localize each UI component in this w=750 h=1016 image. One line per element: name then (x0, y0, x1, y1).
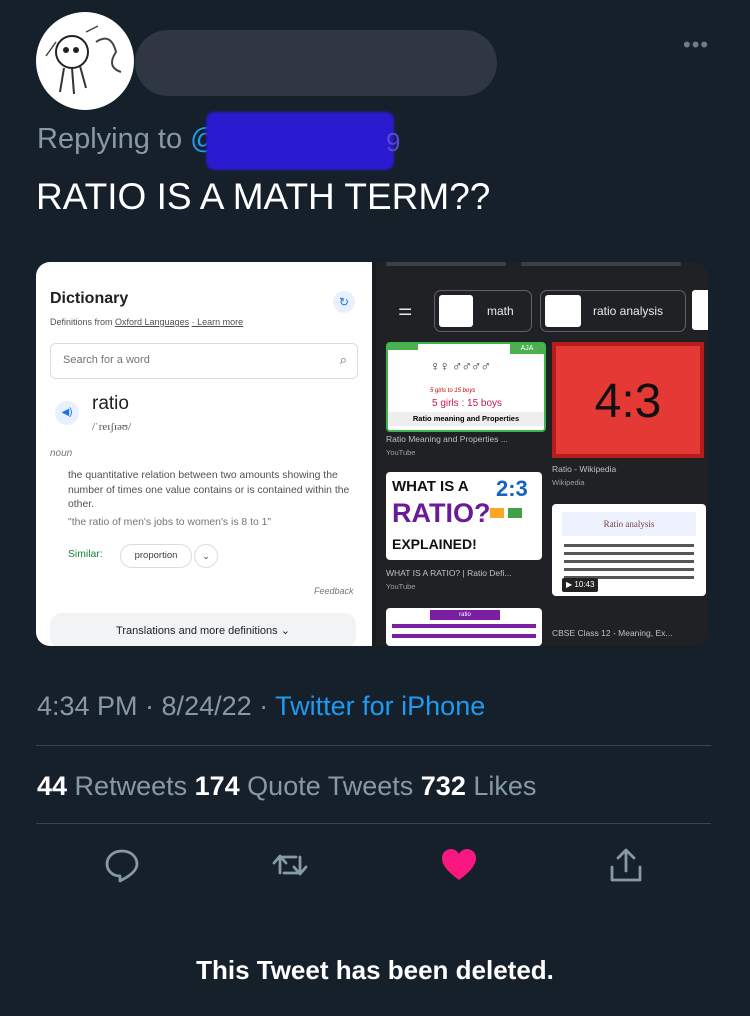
divider (36, 823, 711, 824)
likes-count[interactable]: 732 (421, 771, 466, 801)
thumb-1-tag: AJA (510, 344, 544, 354)
feedback-link: Feedback (314, 586, 354, 596)
time-text: 4:34 PM · 8/24/22 · (37, 691, 276, 721)
result-title-4: CBSE Class 12 - Meaning, Ex... (552, 628, 673, 638)
dictionary-search: Search for a word ⌕ (50, 343, 358, 379)
result-source-1: YouTube (386, 448, 416, 457)
chip-math-label: math (487, 304, 514, 318)
quotes-count[interactable]: 174 (195, 771, 240, 801)
more-options-icon[interactable]: ••• (683, 32, 709, 58)
quotes-label[interactable]: Quote Tweets (240, 771, 421, 801)
share-button[interactable] (606, 845, 646, 885)
thumb-3-ratio: 2:3 (496, 476, 528, 501)
image-results-screenshot: ⚌ math ratio analysis AJA ♀♀ ♂♂♂♂ 5 girl… (376, 262, 708, 646)
tweet-text: RATIO IS A MATH TERM?? (36, 176, 491, 217)
source-link[interactable]: Twitter for iPhone (275, 691, 485, 721)
reply-icon (105, 849, 139, 883)
learn-more: · Learn more (191, 317, 244, 327)
chip-ratio-analysis: ratio analysis (540, 290, 686, 332)
thumb-2-ratio: 4:3 (594, 375, 662, 428)
translations-button: Translations and more definitions ⌄ (50, 613, 356, 646)
result-thumb-2: 4:3 (552, 342, 704, 458)
handle-redacted (206, 112, 394, 170)
dictionary-screenshot: Dictionary Definitions from Oxford Langu… (36, 262, 372, 646)
definition: the quantitative relation between two am… (68, 470, 350, 510)
search-placeholder: Search for a word (63, 354, 150, 366)
part-of-speech: noun (50, 448, 73, 459)
avatar[interactable] (36, 12, 134, 110)
chip-math: math (434, 290, 532, 332)
people-icon: ♀♀ ♂♂♂♂ (430, 358, 491, 374)
result-title-1: Ratio Meaning and Properties ... (386, 434, 508, 444)
retweets-count[interactable]: 44 (37, 771, 67, 801)
likes-label[interactable]: Likes (466, 771, 536, 801)
result-thumb-5: ratio (386, 608, 542, 646)
thumb-4-duration: 10:43 (574, 580, 595, 589)
dictionary-source: Definitions from Oxford Languages · Lear… (50, 317, 243, 327)
dictionary-word: ratio (92, 393, 129, 414)
chevron-down-icon: ⌄ (194, 544, 218, 568)
tweet-timestamp: 4:34 PM · 8/24/22 · Twitter for iPhone (37, 691, 485, 722)
filter-icon: ⚌ (398, 302, 413, 319)
thumb-3-line3: EXPLAINED! (392, 536, 477, 552)
similar-label: Similar: (68, 549, 103, 560)
thumb-5-heading: ratio (430, 610, 500, 620)
result-title-3: WHAT IS A RATIO? | Ratio Defi... (386, 568, 512, 578)
retweet-button[interactable] (270, 845, 310, 885)
result-thumb-4: Ratio analysis ▶ 10:43 (552, 504, 706, 596)
pronunciation: /ˈreɪʃɪəʊ/ (92, 421, 132, 433)
retweet-icon (272, 854, 308, 876)
reply-button[interactable] (102, 845, 142, 885)
handle-tail: 9 (386, 127, 401, 157)
replying-prefix: Replying to (37, 123, 191, 155)
result-title-2: Ratio - Wikipedia (552, 464, 617, 474)
retweets-label[interactable]: Retweets (67, 771, 195, 801)
deleted-notice: This Tweet has been deleted. (196, 955, 554, 985)
divider (36, 745, 711, 746)
like-button[interactable] (439, 845, 479, 885)
search-icon: ⌕ (339, 352, 347, 367)
result-source-3: YouTube (386, 582, 416, 591)
dictionary-title: Dictionary (50, 290, 129, 307)
source-name: Oxford Languages (115, 317, 190, 327)
result-source-2: Wikipedia (552, 478, 585, 487)
thumb-3-line1: WHAT IS A (392, 478, 469, 495)
chip-ratio-analysis-label: ratio analysis (593, 304, 664, 318)
translations-label: Translations and more definitions (116, 625, 278, 637)
thumb-4-heading: Ratio analysis (562, 512, 696, 536)
example-sentence: "the ratio of men's jobs to women's is 8… (68, 517, 272, 528)
thumb-1-banner: Ratio meaning and Properties (388, 412, 544, 426)
duration-badge: ▶ 10:43 (562, 578, 599, 592)
avatar-doodle-icon (45, 25, 122, 95)
result-thumb-1: AJA ♀♀ ♂♂♂♂ 5 girls to 15 boys 5 girls :… (386, 342, 546, 432)
replying-to: Replying to @ (37, 123, 220, 156)
display-name-redacted (135, 30, 497, 96)
thumb-1-caption: 5 girls to 15 boys (430, 388, 476, 394)
tweet-media[interactable]: Dictionary Definitions from Oxford Langu… (36, 262, 708, 646)
share-icon (610, 848, 642, 882)
result-thumb-3: WHAT IS A 2:3 RATIO? EXPLAINED! (386, 472, 542, 560)
tweet-stats: 44 Retweets 174 Quote Tweets 732 Likes (37, 771, 536, 802)
similar-chip: proportion (120, 544, 192, 568)
source-prefix: Definitions from (50, 317, 116, 327)
refresh-icon: ↻ (333, 291, 355, 313)
speaker-icon: ◀) (55, 401, 79, 425)
heart-icon (442, 849, 476, 880)
thumb-1-ratio: 5 girls : 15 boys (432, 398, 503, 409)
thumb-3-line2: RATIO? (392, 498, 491, 528)
